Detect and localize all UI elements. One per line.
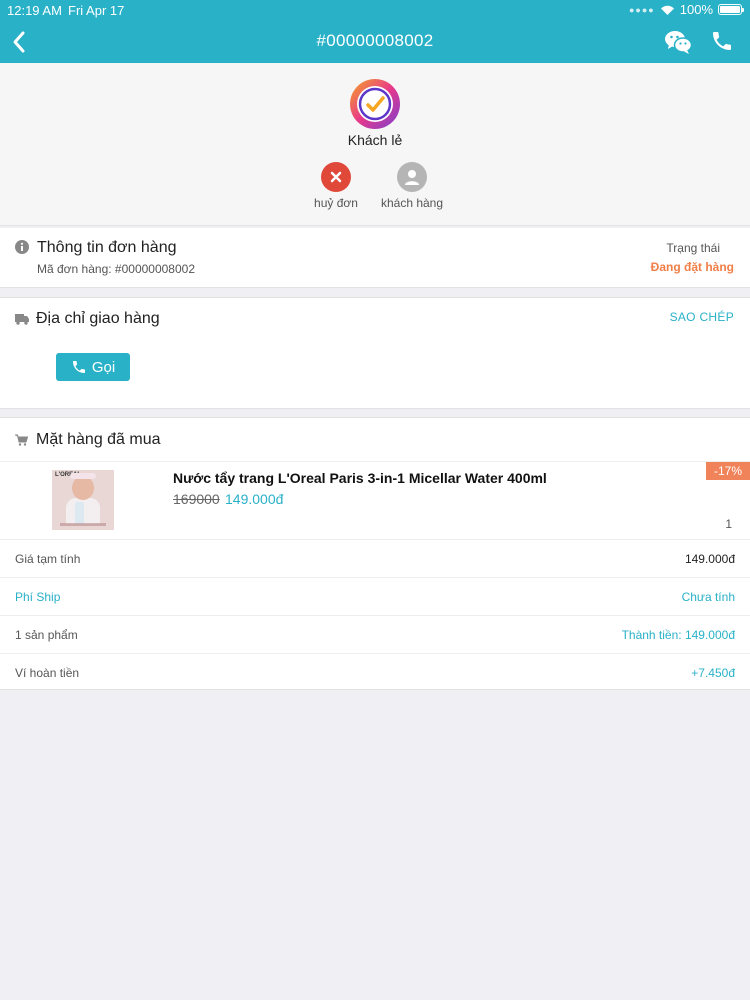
wifi-icon [660, 5, 674, 15]
status-bar: 12:19 AM Fri Apr 17 ●●●● 100% [0, 0, 750, 22]
cashback-value: +7.450đ [691, 666, 735, 680]
signal-icon: ●●●● [629, 4, 655, 15]
person-icon [397, 162, 427, 192]
battery-icon [718, 4, 744, 15]
status-date: Fri Apr 17 [68, 3, 125, 18]
total-row: 1 sản phẩm Thành tiền: 149.000đ [0, 615, 750, 653]
customer-name: Khách lẻ [347, 132, 403, 148]
shipping-fee-value: Chưa tính [681, 590, 735, 604]
product-name: Nước tẩy trang L'Oreal Paris 3-in-1 Mice… [173, 470, 547, 486]
customer-profile-label: khách hàng [380, 196, 444, 210]
status-label: Trạng thái [666, 241, 720, 255]
phone-icon [72, 361, 85, 373]
items-heading: Mặt hàng đã mua [36, 431, 161, 448]
shipping-fee-row[interactable]: Phí Ship Chưa tính [0, 577, 750, 615]
product-row[interactable]: L'OREAL Nước tẩy trang L'Oreal Paris 3-i… [0, 461, 750, 539]
wechat-icon[interactable] [664, 29, 692, 55]
order-info-heading: Thông tin đơn hàng [37, 239, 177, 256]
product-image: L'OREAL [52, 470, 114, 530]
brand-logo-icon [350, 79, 400, 129]
product-old-price: 169000 [173, 491, 220, 507]
page-title: #00000008002 [316, 31, 434, 50]
close-icon [321, 162, 351, 192]
order-code: Mã đơn hàng: #00000008002 [37, 262, 196, 276]
delivery-address-card: Địa chỉ giao hàng SAO CHÉP Gọi [0, 297, 750, 409]
top-bar: 12:19 AM Fri Apr 17 ●●●● 100% #000000080… [0, 0, 750, 63]
status-value: Đang đặt hàng [650, 260, 734, 274]
cancel-order-button[interactable]: huỷ đơn [296, 162, 376, 210]
call-button[interactable]: Gọi [56, 353, 130, 381]
address-heading: Địa chỉ giao hàng [36, 310, 160, 327]
product-quantity: 1 [725, 517, 732, 531]
status-right: ●●●● 100% [629, 2, 744, 17]
subtotal-label: Giá tạm tính [15, 552, 81, 566]
customer-section: Khách lẻ huỷ đơn khách hàng [0, 63, 750, 226]
copy-address-button[interactable]: SAO CHÉP [670, 310, 734, 324]
discount-badge: -17% [706, 462, 750, 480]
total-value: Thành tiền: 149.000đ [621, 628, 735, 642]
cart-icon [15, 434, 28, 446]
nav-bar: #00000008002 [0, 22, 750, 63]
info-icon [15, 240, 29, 254]
status-time: 12:19 AM [7, 3, 62, 18]
subtotal-value: 149.000đ [684, 552, 735, 566]
cashback-label: Ví hoàn tiền [15, 666, 80, 680]
call-button-label: Gọi [91, 358, 116, 376]
truck-icon [15, 314, 29, 325]
product-new-price: 149.000đ [225, 491, 284, 507]
purchased-items-card: Mặt hàng đã mua L'OREAL Nước tẩy trang L… [0, 417, 750, 690]
order-info-card: Thông tin đơn hàng Mã đơn hàng: #0000000… [0, 228, 750, 288]
cancel-order-label: huỷ đơn [314, 196, 358, 210]
phone-icon[interactable] [710, 29, 734, 53]
cashback-row: Ví hoàn tiền +7.450đ [0, 653, 750, 691]
customer-profile-button[interactable]: khách hàng [372, 162, 452, 210]
shipping-fee-label[interactable]: Phí Ship [15, 590, 60, 604]
product-count: 1 sản phẩm [15, 628, 78, 642]
subtotal-row: Giá tạm tính 149.000đ [0, 539, 750, 577]
battery-percent: 100% [679, 2, 713, 17]
